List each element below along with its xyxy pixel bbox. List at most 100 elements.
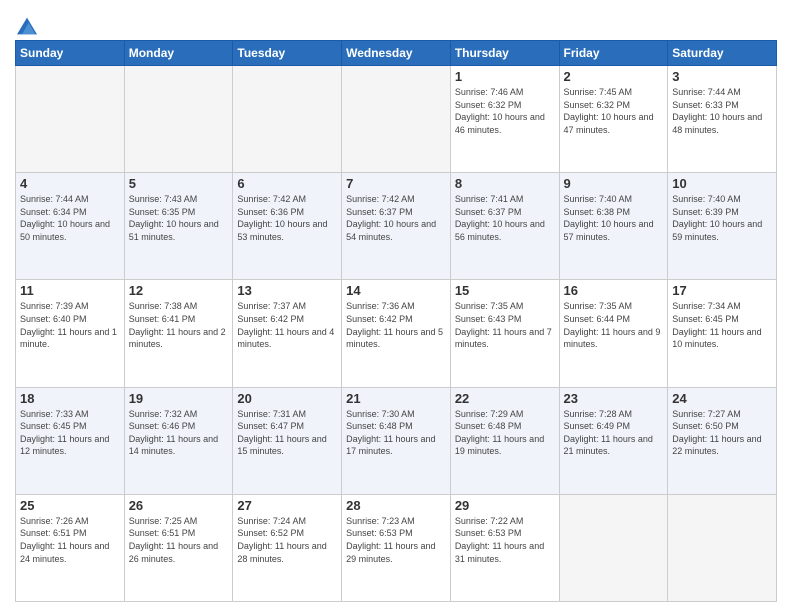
day-info: Sunrise: 7:39 AMSunset: 6:40 PMDaylight:… — [20, 300, 120, 350]
calendar-cell: 16Sunrise: 7:35 AMSunset: 6:44 PMDayligh… — [559, 280, 668, 387]
calendar-cell: 24 Sunrise: 7:27 AMSunset: 6:50 PMDayligh… — [668, 387, 777, 494]
day-number: 2 — [564, 69, 664, 84]
calendar-cell — [233, 66, 342, 173]
day-info: Sunrise: 7:43 AMSunset: 6:35 PMDaylight:… — [129, 193, 229, 243]
calendar-cell: 23 Sunrise: 7:28 AMSunset: 6:49 PMDayligh… — [559, 387, 668, 494]
calendar: SundayMondayTuesdayWednesdayThursdayFrid… — [15, 40, 777, 602]
day-number: 25 — [20, 498, 120, 513]
day-info: Sunrise: 7:44 AMSunset: 6:33 PMDaylight:… — [672, 86, 772, 136]
day-number: 12 — [129, 283, 229, 298]
day-number: 8 — [455, 176, 555, 191]
day-number: 26 — [129, 498, 229, 513]
calendar-cell: 17 Sunrise: 7:34 AMSunset: 6:45 PMDayligh… — [668, 280, 777, 387]
day-number: 15 — [455, 283, 555, 298]
calendar-cell — [559, 494, 668, 601]
calendar-cell: 20Sunrise: 7:31 AMSunset: 6:47 PMDayligh… — [233, 387, 342, 494]
calendar-cell: 27 Sunrise: 7:24 AMSunset: 6:52 PMDayligh… — [233, 494, 342, 601]
day-number: 3 — [672, 69, 772, 84]
calendar-cell — [124, 66, 233, 173]
calendar-cell: 11 Sunrise: 7:39 AMSunset: 6:40 PMDayligh… — [16, 280, 125, 387]
day-info: Sunrise: 7:45 AMSunset: 6:32 PMDaylight:… — [564, 86, 664, 136]
calendar-week-row: 11 Sunrise: 7:39 AMSunset: 6:40 PMDayligh… — [16, 280, 777, 387]
day-number: 10 — [672, 176, 772, 191]
day-info: Sunrise: 7:23 AMSunset: 6:53 PMDaylight:… — [346, 515, 446, 565]
calendar-cell: 28 Sunrise: 7:23 AMSunset: 6:53 PMDayligh… — [342, 494, 451, 601]
calendar-cell: 15 Sunrise: 7:35 AMSunset: 6:43 PMDayligh… — [450, 280, 559, 387]
calendar-cell: 22 Sunrise: 7:29 AMSunset: 6:48 PMDayligh… — [450, 387, 559, 494]
day-number: 4 — [20, 176, 120, 191]
day-number: 24 — [672, 391, 772, 406]
weekday-header: Saturday — [668, 41, 777, 66]
calendar-cell: 21Sunrise: 7:30 AMSunset: 6:48 PMDayligh… — [342, 387, 451, 494]
day-info: Sunrise: 7:28 AMSunset: 6:49 PMDaylight:… — [564, 408, 664, 458]
day-info: Sunrise: 7:40 AMSunset: 6:38 PMDaylight:… — [564, 193, 664, 243]
day-number: 27 — [237, 498, 337, 513]
day-info: Sunrise: 7:35 AMSunset: 6:43 PMDaylight:… — [455, 300, 555, 350]
day-number: 1 — [455, 69, 555, 84]
calendar-cell: 12Sunrise: 7:38 AMSunset: 6:41 PMDayligh… — [124, 280, 233, 387]
day-number: 11 — [20, 283, 120, 298]
day-info: Sunrise: 7:30 AMSunset: 6:48 PMDaylight:… — [346, 408, 446, 458]
calendar-cell: 25 Sunrise: 7:26 AMSunset: 6:51 PMDayligh… — [16, 494, 125, 601]
calendar-cell — [668, 494, 777, 601]
day-number: 29 — [455, 498, 555, 513]
calendar-cell: 5Sunrise: 7:43 AMSunset: 6:35 PMDaylight… — [124, 173, 233, 280]
day-info: Sunrise: 7:32 AMSunset: 6:46 PMDaylight:… — [129, 408, 229, 458]
calendar-cell: 6 Sunrise: 7:42 AMSunset: 6:36 PMDaylight… — [233, 173, 342, 280]
day-info: Sunrise: 7:22 AMSunset: 6:53 PMDaylight:… — [455, 515, 555, 565]
page: SundayMondayTuesdayWednesdayThursdayFrid… — [0, 0, 792, 612]
calendar-cell: 19 Sunrise: 7:32 AMSunset: 6:46 PMDayligh… — [124, 387, 233, 494]
day-number: 17 — [672, 283, 772, 298]
calendar-cell: 3 Sunrise: 7:44 AMSunset: 6:33 PMDaylight… — [668, 66, 777, 173]
day-info: Sunrise: 7:26 AMSunset: 6:51 PMDaylight:… — [20, 515, 120, 565]
day-info: Sunrise: 7:24 AMSunset: 6:52 PMDaylight:… — [237, 515, 337, 565]
day-info: Sunrise: 7:37 AMSunset: 6:42 PMDaylight:… — [237, 300, 337, 350]
day-number: 18 — [20, 391, 120, 406]
day-info: Sunrise: 7:29 AMSunset: 6:48 PMDaylight:… — [455, 408, 555, 458]
day-number: 16 — [564, 283, 664, 298]
day-number: 19 — [129, 391, 229, 406]
day-number: 22 — [455, 391, 555, 406]
weekday-header: Wednesday — [342, 41, 451, 66]
weekday-header: Tuesday — [233, 41, 342, 66]
calendar-cell — [342, 66, 451, 173]
day-info: Sunrise: 7:34 AMSunset: 6:45 PMDaylight:… — [672, 300, 772, 350]
day-info: Sunrise: 7:27 AMSunset: 6:50 PMDaylight:… — [672, 408, 772, 458]
calendar-header-row: SundayMondayTuesdayWednesdayThursdayFrid… — [16, 41, 777, 66]
calendar-week-row: 25 Sunrise: 7:26 AMSunset: 6:51 PMDayligh… — [16, 494, 777, 601]
day-info: Sunrise: 7:42 AMSunset: 6:36 PMDaylight:… — [237, 193, 337, 243]
calendar-cell: 14 Sunrise: 7:36 AMSunset: 6:42 PMDayligh… — [342, 280, 451, 387]
day-info: Sunrise: 7:46 AMSunset: 6:32 PMDaylight:… — [455, 86, 555, 136]
calendar-week-row: 1 Sunrise: 7:46 AMSunset: 6:32 PMDaylight… — [16, 66, 777, 173]
day-number: 6 — [237, 176, 337, 191]
calendar-cell: 13 Sunrise: 7:37 AMSunset: 6:42 PMDayligh… — [233, 280, 342, 387]
weekday-header: Thursday — [450, 41, 559, 66]
logo — [15, 16, 37, 32]
header — [15, 10, 777, 32]
day-info: Sunrise: 7:33 AMSunset: 6:45 PMDaylight:… — [20, 408, 120, 458]
calendar-cell: 8 Sunrise: 7:41 AMSunset: 6:37 PMDaylight… — [450, 173, 559, 280]
day-number: 23 — [564, 391, 664, 406]
day-number: 28 — [346, 498, 446, 513]
day-info: Sunrise: 7:25 AMSunset: 6:51 PMDaylight:… — [129, 515, 229, 565]
calendar-cell: 7 Sunrise: 7:42 AMSunset: 6:37 PMDaylight… — [342, 173, 451, 280]
calendar-cell: 4 Sunrise: 7:44 AMSunset: 6:34 PMDaylight… — [16, 173, 125, 280]
day-info: Sunrise: 7:44 AMSunset: 6:34 PMDaylight:… — [20, 193, 120, 243]
weekday-header: Monday — [124, 41, 233, 66]
calendar-cell: 1 Sunrise: 7:46 AMSunset: 6:32 PMDaylight… — [450, 66, 559, 173]
calendar-body: 1 Sunrise: 7:46 AMSunset: 6:32 PMDaylight… — [16, 66, 777, 602]
day-info: Sunrise: 7:42 AMSunset: 6:37 PMDaylight:… — [346, 193, 446, 243]
day-number: 13 — [237, 283, 337, 298]
logo-icon — [17, 16, 37, 36]
day-number: 14 — [346, 283, 446, 298]
calendar-cell: 10 Sunrise: 7:40 AMSunset: 6:39 PMDayligh… — [668, 173, 777, 280]
day-info: Sunrise: 7:36 AMSunset: 6:42 PMDaylight:… — [346, 300, 446, 350]
day-info: Sunrise: 7:40 AMSunset: 6:39 PMDaylight:… — [672, 193, 772, 243]
calendar-cell — [16, 66, 125, 173]
calendar-cell: 2 Sunrise: 7:45 AMSunset: 6:32 PMDaylight… — [559, 66, 668, 173]
day-info: Sunrise: 7:41 AMSunset: 6:37 PMDaylight:… — [455, 193, 555, 243]
day-number: 7 — [346, 176, 446, 191]
weekday-header: Sunday — [16, 41, 125, 66]
day-number: 9 — [564, 176, 664, 191]
calendar-cell: 9 Sunrise: 7:40 AMSunset: 6:38 PMDaylight… — [559, 173, 668, 280]
